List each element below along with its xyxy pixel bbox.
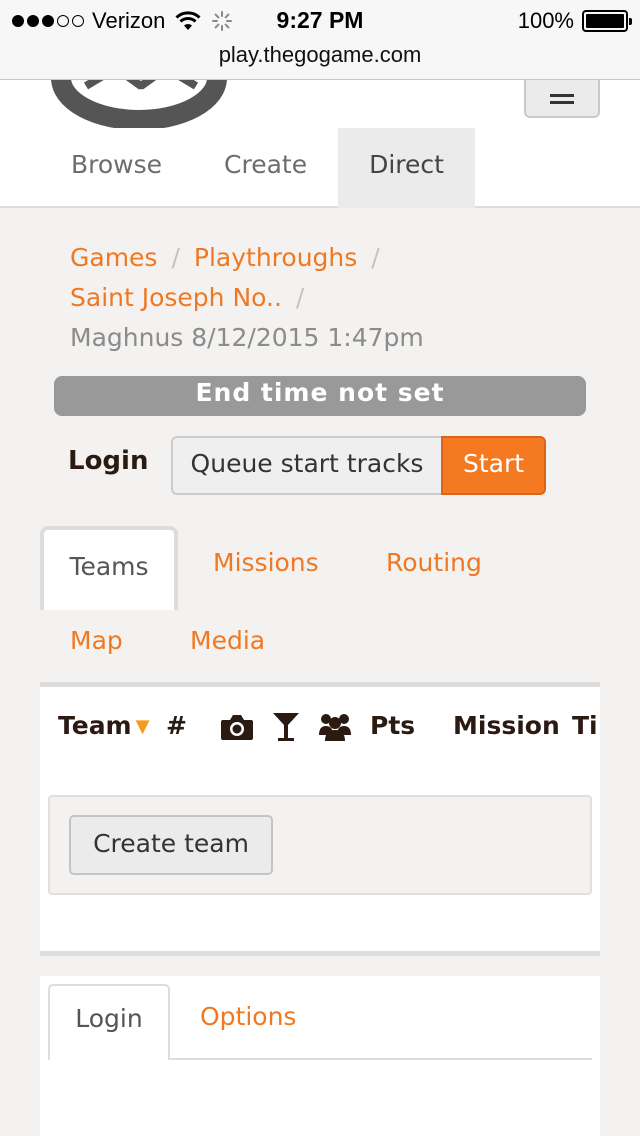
start-button[interactable]: Start [441, 436, 546, 495]
site-header: Browse Create Direct [0, 80, 640, 208]
breadcrumb-separator: / [171, 243, 180, 272]
tab-missions[interactable]: Missions [213, 548, 319, 577]
tab-login[interactable]: Login [48, 984, 170, 1060]
breadcrumb-game[interactable]: Saint Joseph No.. [70, 283, 282, 312]
start-button-label: Start [462, 449, 525, 478]
breadcrumb-separator: / [371, 243, 380, 272]
queue-button-label: Queue start tracks [190, 449, 424, 478]
col-points[interactable]: Pts [370, 711, 415, 740]
nav-direct[interactable]: Direct [338, 128, 475, 208]
tab-map[interactable]: Map [70, 626, 123, 655]
address-bar[interactable]: play.thegogame.com [0, 40, 640, 80]
create-team-button[interactable]: Create team [69, 815, 273, 875]
main-nav: Browse Create Direct [40, 128, 475, 208]
users-icon[interactable] [318, 711, 352, 741]
queue-start-tracks-button[interactable]: Queue start tracks [171, 436, 443, 495]
breadcrumb-current: Maghnus 8/12/2015 1:47pm [70, 323, 424, 352]
teams-panel: Team ▼ # Pts Mission Ti Create team [40, 682, 600, 956]
menu-button[interactable] [524, 80, 600, 118]
login-label: Login [68, 446, 149, 476]
nav-browse[interactable]: Browse [40, 128, 193, 208]
battery-icon [582, 10, 632, 32]
cocktail-icon[interactable] [272, 711, 300, 743]
breadcrumb: Games / Playthroughs / Saint Joseph No.. / M… [70, 238, 590, 358]
col-number[interactable]: # [166, 711, 187, 740]
breadcrumb-separator: / [295, 283, 305, 312]
tab-media[interactable]: Media [190, 626, 265, 655]
status-bar: Verizon 9:27 PM 100% [0, 0, 640, 40]
login-options-panel: Login Options [40, 976, 600, 1136]
end-time-status: End time not set [54, 376, 586, 416]
hamburger-menu-icon [550, 94, 574, 97]
breadcrumb-playthroughs[interactable]: Playthroughs [194, 243, 357, 272]
camera-icon[interactable] [220, 713, 254, 741]
battery-percent: 100% [517, 8, 574, 33]
gogame-logo[interactable] [46, 80, 232, 128]
nav-create[interactable]: Create [193, 128, 338, 208]
sort-down-caret-icon: ▼ [135, 716, 150, 737]
breadcrumb-games[interactable]: Games [70, 243, 157, 272]
col-team[interactable]: Team ▼ [58, 711, 149, 740]
tab-routing[interactable]: Routing [386, 548, 482, 577]
create-team-row: Create team [48, 795, 592, 895]
col-team-label: Team [58, 711, 132, 740]
col-time[interactable]: Ti [572, 711, 598, 740]
url-text: play.thegogame.com [218, 42, 422, 67]
tab-options[interactable]: Options [200, 1002, 296, 1031]
create-team-label: Create team [93, 828, 249, 858]
tab-teams[interactable]: Teams [40, 526, 178, 610]
col-mission[interactable]: Mission [453, 711, 560, 740]
